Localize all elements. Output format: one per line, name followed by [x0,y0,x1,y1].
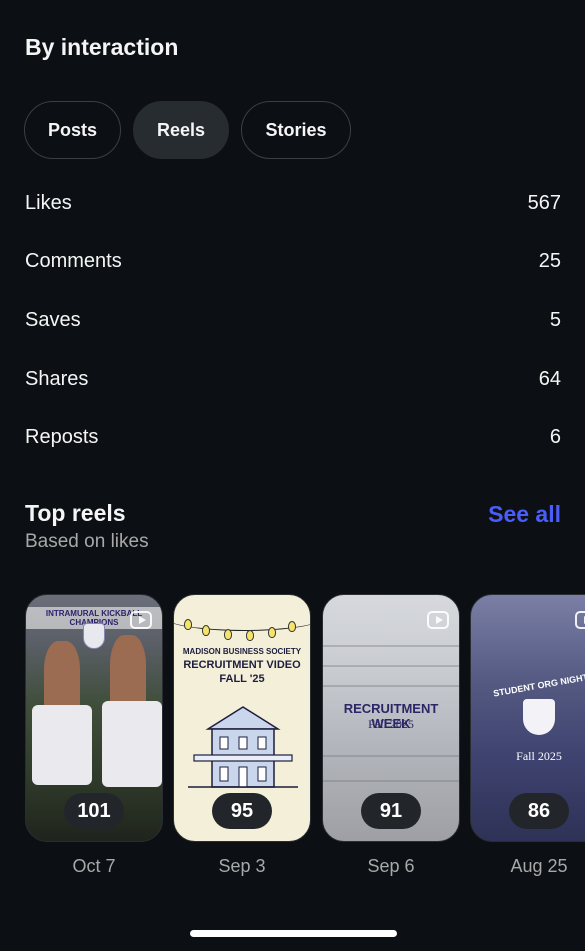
reel-card[interactable]: RECRUITMENT WEEK Fall 2025 91 Sep 6 [322,594,460,877]
crest-icon [523,699,555,735]
reel-thumbnail[interactable]: STUDENT ORG NIGHT RE Fall 2025 86 [470,594,585,842]
top-reels-carousel: INTRAMURAL KICKBALL CHAMPIONS 101 Oct 7 [25,594,585,884]
reel-date: Sep 3 [218,856,266,876]
reel-card[interactable]: INTRAMURAL KICKBALL CHAMPIONS 101 Oct 7 [25,594,163,877]
shirt-figure [102,701,162,787]
filter-chip-stories[interactable]: Stories [241,101,351,159]
metric-row-comments: Comments 25 [25,233,561,292]
content-type-filter: Posts Reels Stories [24,101,351,159]
reel-card[interactable]: STUDENT ORG NIGHT RE Fall 2025 86 Aug 25 [470,594,585,877]
see-all-link[interactable]: See all [488,501,561,528]
thumbnail-caption: MADISON BUSINESS SOCIETY [182,647,302,656]
top-reels-title: Top reels [25,500,126,526]
thumbnail-caption: Fall 2025 [516,749,562,763]
reel-date: Sep 6 [367,856,415,876]
bulb-icon [224,629,232,640]
top-reels-header: Top reels Based on likes See all [25,500,561,553]
reel-icon [427,611,449,629]
thumbnail-caption: RECRUITMENT VIDEO [183,659,301,671]
person-figure [44,641,80,711]
metric-value: 64 [538,367,561,390]
metric-label: Comments [25,250,122,273]
bulb-icon [246,630,254,641]
metric-row-shares: Shares 64 [25,350,561,409]
reel-thumbnail[interactable]: MADISON BUSINESS SOCIETY RECRUITMENT VID… [173,594,311,842]
metric-row-reposts: Reposts 6 [25,408,561,467]
thumbnail-caption: FALL '25 [219,673,265,685]
metric-value: 6 [549,426,561,449]
section-title: By interaction [25,34,179,60]
metric-label: Shares [25,367,89,390]
home-indicator[interactable] [190,930,397,937]
reel-likes-count: 91 [361,793,421,829]
reel-likes-count: 95 [212,793,272,829]
reel-thumbnail[interactable]: INTRAMURAL KICKBALL CHAMPIONS 101 [25,594,163,842]
top-reels-subtitle: Based on likes [25,531,149,552]
metric-value: 25 [538,250,561,273]
house-illustration [188,706,298,788]
metric-label: Reposts [25,426,99,449]
reel-date: Aug 25 [510,856,568,876]
metric-value: 5 [549,308,561,331]
metric-row-likes: Likes 567 [25,174,561,233]
filter-chip-posts[interactable]: Posts [24,101,121,159]
bulb-icon [268,627,276,638]
insights-page: By interaction Posts Reels Stories Likes… [0,0,585,951]
shirt-figure [32,705,92,785]
thumbnail-caption: STUDENT ORG NIGHT RE [492,669,585,699]
reel-thumbnail[interactable]: RECRUITMENT WEEK Fall 2025 91 [322,594,460,842]
bulb-icon [288,621,296,632]
bulb-icon [184,619,192,630]
reel-icon [575,611,585,629]
metric-label: Saves [25,308,81,331]
filter-chip-reels[interactable]: Reels [133,101,229,159]
interaction-metrics: Likes 567 Comments 25 Saves 5 Shares 64 … [25,174,561,467]
reel-likes-count: 101 [64,793,124,829]
reel-icon [130,611,152,629]
reel-card[interactable]: MADISON BUSINESS SOCIETY RECRUITMENT VID… [173,594,311,877]
thumbnail-caption: Fall 2025 [368,717,414,731]
reel-likes-count: 86 [509,793,569,829]
reel-date: Oct 7 [72,856,116,876]
bulb-icon [202,625,210,636]
metric-value: 567 [527,191,561,214]
person-figure [110,635,146,709]
metric-row-saves: Saves 5 [25,291,561,350]
crest-icon [83,623,105,649]
metric-label: Likes [25,191,72,214]
